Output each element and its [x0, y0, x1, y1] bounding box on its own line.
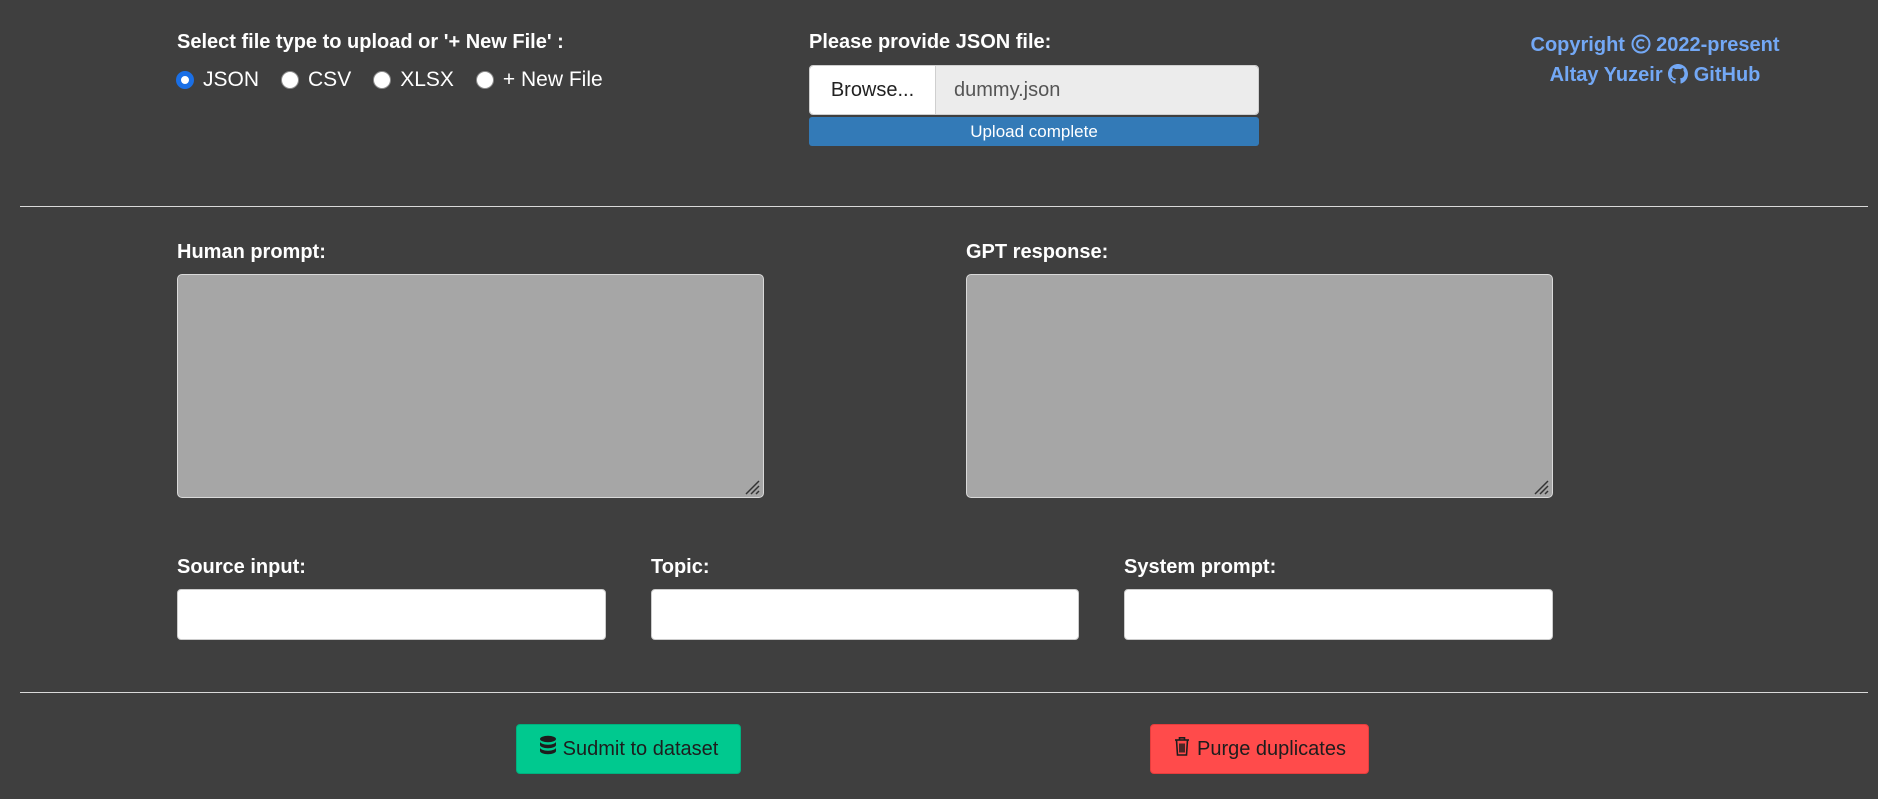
copyright-prefix: Copyright — [1530, 34, 1625, 56]
author-link[interactable]: Altay Yuzeir — [1550, 64, 1663, 86]
gpt-response-textarea[interactable] — [966, 274, 1553, 498]
gpt-response-label: GPT response: — [966, 241, 1109, 263]
github-link[interactable]: GitHub — [1668, 64, 1760, 86]
browse-button[interactable]: Browse... — [810, 66, 936, 114]
bottom-divider — [20, 692, 1868, 693]
database-icon — [539, 735, 563, 763]
upload-progress-bar: Upload complete — [809, 117, 1259, 146]
upload-progress-text: Upload complete — [970, 121, 1098, 141]
file-type-radio-group: JSON CSV XLSX + New File — [176, 68, 625, 92]
radio-json-label: JSON — [203, 68, 260, 91]
radio-csv-label: CSV — [308, 68, 352, 91]
purge-duplicates-button[interactable]: Purge duplicates — [1150, 724, 1369, 774]
system-prompt-label: System prompt: — [1124, 556, 1277, 578]
radio-xlsx[interactable]: XLSX — [373, 68, 454, 92]
github-icon — [1668, 64, 1694, 86]
human-prompt-label: Human prompt: — [177, 241, 326, 263]
gpt-response-resize-handle[interactable] — [1527, 473, 1549, 495]
file-name-display[interactable]: dummy.json — [936, 66, 1258, 114]
human-prompt-textarea[interactable] — [177, 274, 764, 498]
radio-new-file-circle[interactable] — [475, 71, 494, 89]
human-prompt-resize-handle[interactable] — [738, 473, 760, 495]
file-type-label: Select file type to upload or '+ New Fil… — [177, 31, 564, 53]
source-input-label: Source input: — [177, 556, 306, 578]
file-input[interactable]: Browse... dummy.json — [809, 65, 1259, 115]
top-divider — [20, 206, 1868, 207]
file-input-label: Please provide JSON file: — [809, 31, 1052, 53]
radio-csv-circle[interactable] — [281, 71, 300, 89]
source-input-field[interactable] — [177, 589, 606, 640]
topic-label: Topic: — [651, 556, 710, 578]
copyright-years: 2022-present — [1656, 34, 1780, 56]
topic-input-field[interactable] — [651, 589, 1079, 640]
purge-button-label: Purge duplicates — [1197, 737, 1346, 760]
radio-csv[interactable]: CSV — [281, 68, 351, 92]
radio-json[interactable]: JSON — [176, 68, 259, 92]
system-prompt-field[interactable] — [1124, 589, 1553, 640]
submit-to-dataset-button[interactable]: Sudmit to dataset — [516, 724, 741, 774]
radio-new-file[interactable]: + New File — [475, 68, 603, 92]
submit-button-label: Sudmit to dataset — [562, 737, 719, 760]
radio-json-circle[interactable] — [176, 71, 194, 89]
trash-icon — [1173, 735, 1197, 763]
radio-xlsx-label: XLSX — [400, 68, 454, 91]
radio-new-file-label: + New File — [502, 68, 603, 91]
copyright-block: Copyright 2022-present Altay Yuzeir GitH… — [1490, 30, 1820, 90]
github-label: GitHub — [1693, 64, 1761, 86]
copyright-icon — [1631, 34, 1657, 56]
radio-xlsx-circle[interactable] — [373, 71, 392, 89]
